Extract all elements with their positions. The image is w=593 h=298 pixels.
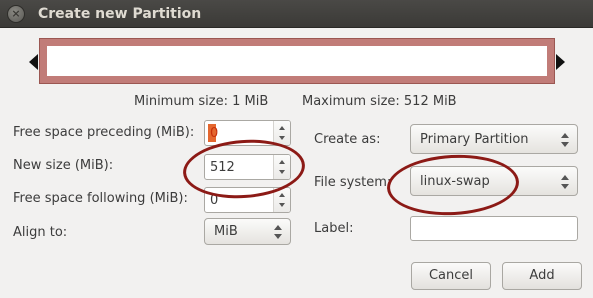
partition-label-input[interactable] (410, 216, 578, 241)
create-as-combo[interactable]: Primary Partition (410, 124, 578, 154)
align-to-combo[interactable]: MiB (204, 218, 291, 245)
cancel-button[interactable]: Cancel (411, 262, 491, 290)
up-down-arrows-icon (561, 133, 569, 147)
maximum-size-label: Maximum size: 512 MiB (302, 94, 457, 109)
left-resize-arrow-icon[interactable] (29, 54, 38, 70)
align-to-label: Align to: (13, 225, 68, 240)
new-size-label: New size (MiB): (13, 158, 114, 173)
file-system-label: File system: (314, 175, 392, 190)
up-down-arrows-icon (274, 225, 282, 239)
free-space-preceding-label: Free space preceding (MiB): (13, 125, 195, 140)
partition-bar[interactable] (39, 38, 555, 84)
window-title: Create new Partition (38, 6, 202, 22)
create-as-label: Create as: (314, 132, 381, 147)
right-resize-arrow-icon[interactable] (556, 54, 565, 70)
spin-up-icon[interactable] (279, 126, 285, 130)
up-down-arrows-icon (561, 175, 569, 189)
partition-bar-interior (47, 46, 547, 76)
spin-down-icon[interactable] (279, 136, 285, 140)
create-as-value: Primary Partition (420, 132, 529, 147)
minimum-size-label: Minimum size: 1 MiB (134, 94, 269, 109)
spin-up-icon[interactable] (279, 193, 285, 197)
close-icon[interactable]: × (7, 5, 25, 23)
align-to-value: MiB (214, 224, 238, 239)
partition-visual[interactable] (29, 35, 565, 87)
partition-label-label: Label: (314, 221, 354, 236)
add-button[interactable]: Add (502, 262, 582, 290)
free-space-following-label: Free space following (MiB): (13, 191, 188, 206)
title-bar: × Create new Partition (0, 0, 593, 28)
spin-down-icon[interactable] (279, 203, 285, 207)
annotation-circle-file-system (385, 151, 521, 219)
